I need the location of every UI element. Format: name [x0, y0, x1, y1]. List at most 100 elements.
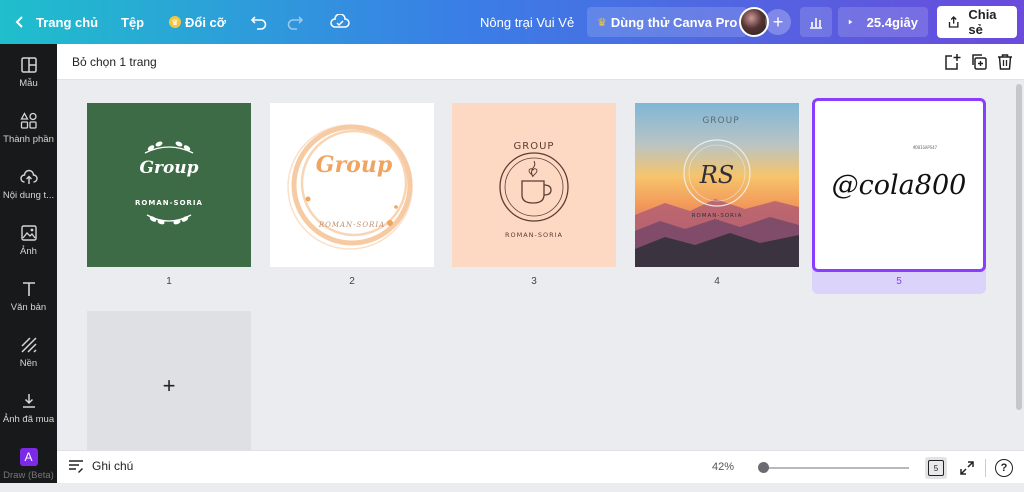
page-thumbnail[interactable]: Group ROMAN-SORIA: [270, 103, 434, 267]
sidebar-item-templates[interactable]: Mẫu: [0, 44, 57, 100]
plus-icon: +: [765, 9, 791, 35]
sidebar-item-label: Draw (Beta): [3, 469, 54, 481]
present-button[interactable]: 25.4giây: [838, 7, 928, 37]
sidebar-item-background[interactable]: Nền: [0, 324, 57, 380]
page-1-subtitle: ROMAN-SORIA: [135, 199, 203, 207]
draw-app-icon: A: [19, 447, 38, 466]
sidebar-item-label: Thành phần: [3, 133, 54, 145]
page-number: 2: [349, 276, 355, 287]
invite-button[interactable]: +: [765, 0, 791, 44]
try-pro-button[interactable]: ♛ Dùng thử Canva Pro: [587, 7, 748, 37]
expand-icon: [960, 461, 974, 475]
sidebar-item-photos[interactable]: Ảnh: [0, 212, 57, 268]
page-5-small-text: #DOIGAPS47: [913, 145, 938, 150]
help-icon: ?: [995, 459, 1013, 477]
grid-view-button[interactable]: 5: [925, 457, 947, 479]
sidebar-item-label: Ảnh: [20, 245, 37, 257]
notes-label: Ghi chú: [92, 459, 134, 473]
bar-chart-icon: [810, 18, 822, 29]
sidebar-item-elements[interactable]: Thành phần: [0, 100, 57, 156]
project-title[interactable]: Nông trại Vui Vẻ: [480, 0, 574, 44]
resize-button[interactable]: ♛ Đổi cỡ: [169, 0, 226, 44]
cloud-save-button[interactable]: [330, 0, 350, 44]
home-button[interactable]: Trang chủ: [14, 0, 98, 44]
resize-label: Đổi cỡ: [185, 14, 227, 30]
try-pro-label: Dùng thử Canva Pro: [610, 14, 738, 30]
home-label: Trang chủ: [36, 14, 99, 30]
page-thumbnail[interactable]: GROUP RS ROMAN-SORIA: [635, 103, 799, 267]
sidebar-item-label: Văn bản: [10, 301, 47, 313]
sidebar-item-draw[interactable]: A Draw (Beta): [0, 436, 57, 492]
add-page-button[interactable]: +: [87, 311, 251, 450]
share-icon: [948, 16, 959, 28]
page-number: 1: [166, 276, 172, 287]
file-label: Tệp: [121, 14, 145, 30]
pages-grid: Group ROMAN-SORIA 1 Group ROMAN-SORIA 2 …: [57, 80, 1016, 450]
page-number: 5: [896, 276, 902, 287]
bottom-bar: Ghi chú 42% 5 ?: [57, 450, 1024, 483]
top-bar: Trang chủ Tệp ♛ Đổi cỡ Nông trại Vui Vẻ …: [0, 0, 1024, 44]
cloud-check-icon: [330, 14, 350, 28]
sidebar: Mẫu Thành phần Nội dung t... Ảnh Văn bản…: [0, 44, 57, 483]
template-icon: [20, 56, 37, 73]
page-4-monogram: RS: [699, 161, 735, 189]
page-3-subtitle: ROMAN-SORIA: [505, 231, 563, 239]
sidebar-item-purchased[interactable]: Ảnh đã mua: [0, 380, 57, 436]
selected-page-frame[interactable]: #DOIGAPS47 @cola800: [812, 98, 986, 272]
zoom-level[interactable]: 42%: [712, 461, 734, 473]
crown-icon: ♛: [169, 16, 181, 28]
page-number: 4: [714, 276, 720, 287]
add-page-icon[interactable]: [943, 53, 961, 71]
chevron-left-icon: [15, 16, 23, 28]
crown-icon: ♛: [597, 16, 607, 29]
deselect-pages-label[interactable]: Bỏ chọn 1 trang: [72, 55, 157, 69]
sidebar-item-label: Mẫu: [19, 77, 38, 89]
present-time: 25.4giây: [866, 14, 918, 30]
page-4-artwork: GROUP RS ROMAN-SORIA: [635, 103, 799, 267]
page-2-artwork: Group ROMAN-SORIA: [287, 124, 413, 250]
sidebar-item-uploads[interactable]: Nội dung t...: [0, 156, 57, 212]
file-menu[interactable]: Tệp: [121, 0, 144, 44]
page-3-title: GROUP: [514, 141, 555, 152]
page-5-handle: @cola800: [832, 170, 967, 201]
background-icon: [20, 336, 37, 353]
redo-icon: [287, 16, 304, 30]
sidebar-item-label: Ảnh đã mua: [2, 413, 55, 425]
zoom-slider-track[interactable]: [763, 467, 909, 469]
page-4-title: GROUP: [702, 116, 739, 126]
page-thumbnail[interactable]: Group ROMAN-SORIA: [87, 103, 251, 267]
sidebar-item-text[interactable]: Văn bản: [0, 268, 57, 324]
redo-button[interactable]: [286, 0, 304, 44]
page-thumbnail[interactable]: GROUP ROMAN-SORIA: [452, 103, 616, 267]
elements-icon: [19, 111, 37, 129]
plus-icon: +: [162, 373, 176, 398]
share-label: Chia sẻ: [968, 7, 997, 37]
share-button[interactable]: Chia sẻ: [937, 6, 1017, 38]
text-icon: [22, 281, 35, 296]
insights-button[interactable]: [800, 7, 832, 37]
page-count-icon: 5: [928, 460, 944, 476]
zoom-slider-thumb[interactable]: [758, 462, 769, 473]
divider: [985, 459, 986, 477]
help-glyph: ?: [1000, 462, 1008, 474]
page-2-title: Group: [316, 152, 393, 178]
help-button[interactable]: ?: [993, 457, 1015, 479]
sidebar-item-label: Nền: [19, 357, 38, 369]
page-1-artwork: Group ROMAN-SORIA: [135, 141, 203, 225]
page-5-artwork: #DOIGAPS47 @cola800: [832, 145, 967, 201]
notes-button[interactable]: Ghi chú: [68, 459, 133, 473]
play-icon: [848, 19, 853, 25]
sidebar-item-label: Nội dung t...: [2, 189, 55, 201]
vertical-scrollbar[interactable]: [1016, 84, 1022, 410]
project-title-text: Nông trại Vui Vẻ: [480, 14, 575, 30]
fullscreen-button[interactable]: [956, 457, 978, 479]
duplicate-page-icon[interactable]: [970, 53, 988, 71]
page-4-subtitle: ROMAN-SORIA: [692, 213, 743, 219]
download-icon: [22, 393, 35, 408]
page-2-subtitle: ROMAN-SORIA: [318, 221, 385, 229]
undo-button[interactable]: [250, 0, 268, 44]
page-toolbar: Bỏ chọn 1 trang: [57, 44, 1024, 80]
photo-icon: [20, 224, 37, 241]
trash-icon[interactable]: [996, 53, 1014, 71]
upload-icon: [19, 169, 38, 184]
